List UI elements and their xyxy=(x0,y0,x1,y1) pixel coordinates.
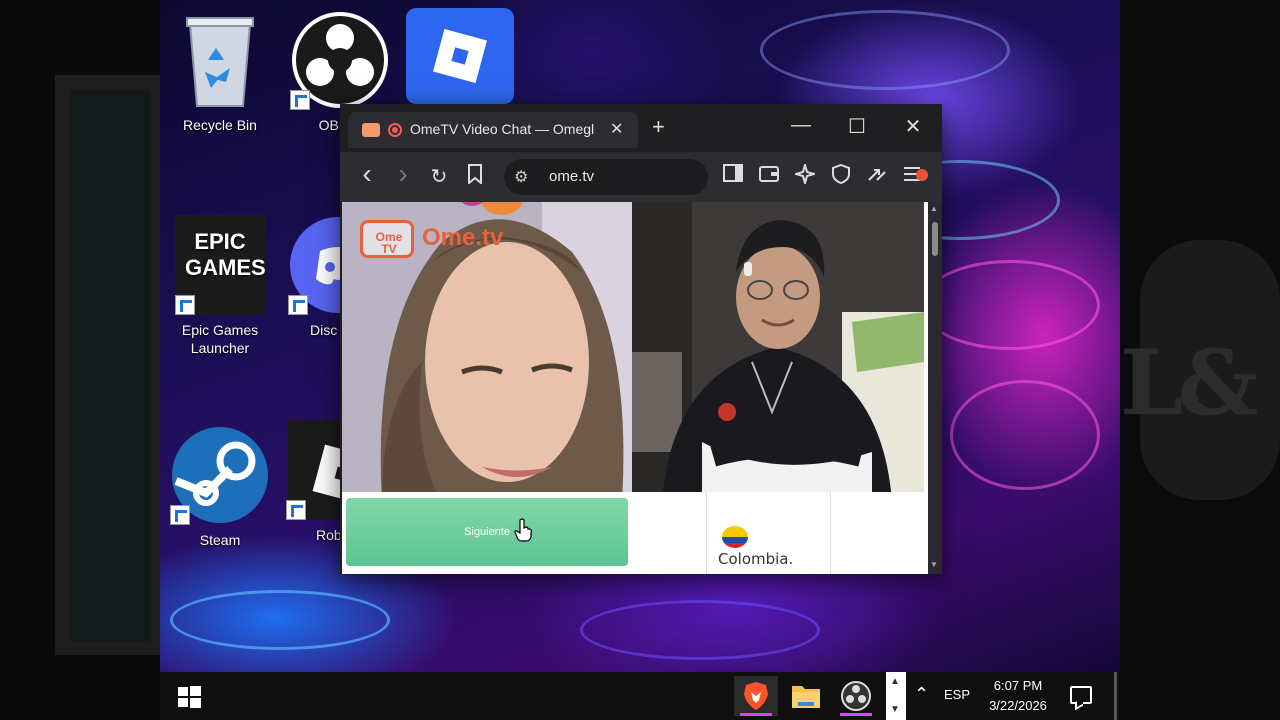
scroll-down-icon[interactable]: ▼ xyxy=(930,560,938,569)
bookmark-button[interactable] xyxy=(462,164,488,190)
recycle-bin-icon xyxy=(186,17,254,107)
shortcut-arrow-icon xyxy=(290,90,310,110)
letterbox-left xyxy=(0,0,165,720)
next-button[interactable]: Siguiente xyxy=(346,498,628,566)
maximize-button[interactable]: ☐ xyxy=(842,114,872,139)
minimize-button[interactable]: — xyxy=(786,114,816,137)
chevron-down-icon[interactable]: ▼ xyxy=(890,704,900,715)
new-tab-button[interactable]: + xyxy=(652,114,665,140)
taskbar-obs[interactable] xyxy=(834,676,878,716)
shortcut-arrow-icon xyxy=(286,500,306,520)
desktop-icon-label: Steam xyxy=(199,532,241,548)
scroll-up-icon[interactable]: ▲ xyxy=(930,204,938,213)
notification-center-icon[interactable] xyxy=(1070,686,1092,704)
desktop-icon-recycle-bin[interactable]: Recycle Bin xyxy=(170,10,270,134)
bookmark-icon xyxy=(468,164,482,186)
taskbar-file-explorer[interactable] xyxy=(784,676,828,716)
wallet-button[interactable] xyxy=(756,164,782,188)
shortcut-arrow-icon xyxy=(175,295,195,315)
tab-close-button[interactable]: ✕ xyxy=(610,119,623,139)
recording-icon xyxy=(388,123,402,137)
show-desktop-button[interactable] xyxy=(1114,672,1117,720)
scrollbar-thumb[interactable] xyxy=(932,222,938,256)
ometv-favicon-icon xyxy=(362,123,380,137)
desktop-icon-steam[interactable]: Steam xyxy=(170,425,270,549)
obs-studio-icon xyxy=(841,681,871,711)
back-button[interactable]: ‹ xyxy=(354,158,380,190)
menu-button[interactable] xyxy=(902,164,928,190)
brave-icon xyxy=(744,682,768,710)
shortcut-arrow-icon xyxy=(170,505,190,525)
tray-scroll[interactable]: ▲ ▼ xyxy=(886,672,906,720)
colombia-flag-icon xyxy=(722,526,748,548)
epic-games-icon: EPIC GAMES xyxy=(185,229,266,280)
desktop-icon-epic-games[interactable]: EPIC GAMES Epic Games Launcher xyxy=(170,215,270,357)
close-window-button[interactable]: ✕ xyxy=(898,114,928,139)
share-icon xyxy=(868,169,886,181)
browser-window: OmeTV Video Chat — Omegl ✕ + — ☐ ✕ ‹ › ↻… xyxy=(340,104,942,574)
stranger-video: Ome TV Ome.tv xyxy=(342,202,632,492)
sidebar-icon xyxy=(723,164,743,182)
country-label: Colombia. xyxy=(718,550,794,568)
vpn-button[interactable] xyxy=(828,163,854,190)
desktop-icon-label: Recycle Bin xyxy=(183,117,257,133)
sidebar-button[interactable] xyxy=(720,164,746,188)
leo-ai-button[interactable] xyxy=(792,161,818,190)
sparkle-icon xyxy=(792,161,818,187)
hand-cursor-icon xyxy=(514,518,532,542)
tab-ometv[interactable]: OmeTV Video Chat — Omegl ✕ xyxy=(348,112,638,148)
country-card: Colombia. xyxy=(632,492,924,574)
toolbar: ‹ › ↻ ⚙ ome.tv xyxy=(340,152,942,202)
page-viewport: Ome TV Ome.tv Siguiente Colombia. xyxy=(342,202,930,574)
clock-date: 3/22/2026 xyxy=(989,698,1047,713)
address-bar[interactable]: ⚙ ome.tv xyxy=(504,159,708,195)
self-video xyxy=(632,202,924,492)
shield-icon xyxy=(832,163,850,185)
windows-start-icon[interactable] xyxy=(176,684,202,710)
input-language[interactable]: ESP xyxy=(944,687,970,702)
tab-title: OmeTV Video Chat — Omegl xyxy=(410,121,595,137)
folder-icon xyxy=(792,686,820,708)
reload-button[interactable]: ↻ xyxy=(426,164,452,189)
ometv-logo: Ome TV Ome.tv xyxy=(360,214,530,262)
shortcut-arrow-icon xyxy=(288,295,308,315)
forward-button[interactable]: › xyxy=(390,158,416,190)
clock-time: 6:07 PM xyxy=(993,678,1043,693)
share-button[interactable] xyxy=(864,164,890,190)
show-hidden-icons-icon[interactable]: ⌃ xyxy=(914,684,929,705)
taskbar-brave[interactable] xyxy=(734,676,778,716)
desktop-icon-label: Epic Games Launcher xyxy=(181,322,259,356)
tab-bar: OmeTV Video Chat — Omegl ✕ + — ☐ ✕ xyxy=(340,104,942,152)
menu-icon xyxy=(904,167,928,181)
self-video-image xyxy=(632,202,924,492)
site-settings-icon[interactable]: ⚙ xyxy=(514,167,528,187)
letterbox-right: L& xyxy=(1120,0,1280,720)
page-scrollbar[interactable]: ▲ ▼ xyxy=(928,202,942,574)
clock[interactable]: 6:07 PM 3/22/2026 xyxy=(980,676,1056,716)
chevron-up-icon[interactable]: ▲ xyxy=(890,676,900,687)
tv-logo-icon: Ome TV xyxy=(360,220,414,258)
taskbar: ▲ ▼ ⌃ ESP 6:07 PM 3/22/2026 xyxy=(160,672,1120,720)
url-text: ome.tv xyxy=(549,168,595,185)
wallet-icon xyxy=(759,166,779,182)
desktop-icon-roblox-studio[interactable] xyxy=(406,8,514,104)
screen: L& Recycle Bin OBS EPIC GAMES Epic Games… xyxy=(0,0,1280,720)
roblox-studio-icon xyxy=(433,29,487,83)
logo-text: Ome.tv xyxy=(422,224,504,251)
